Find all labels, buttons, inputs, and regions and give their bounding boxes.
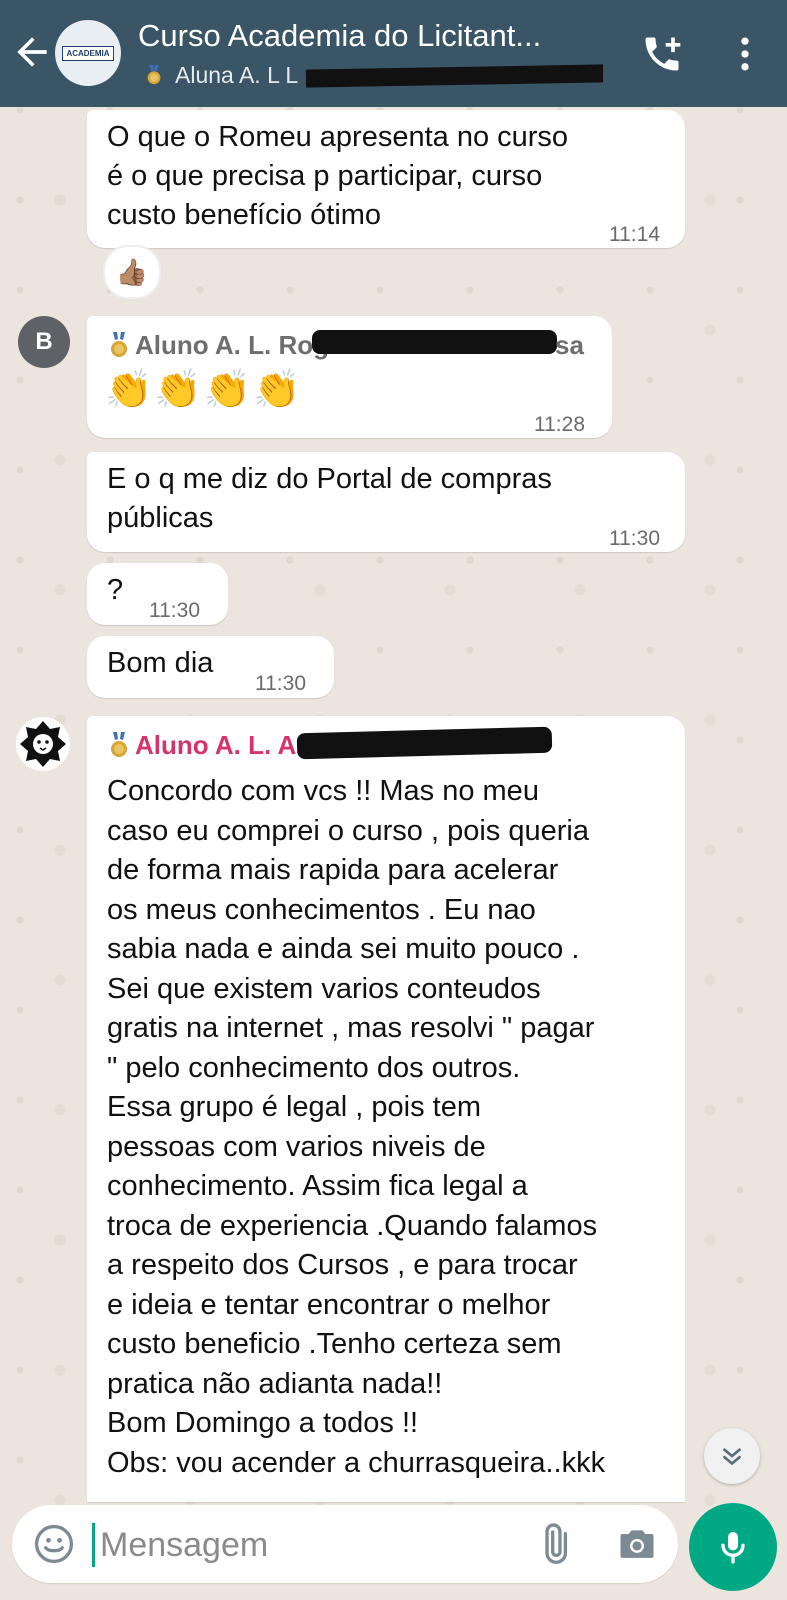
redaction-bar bbox=[296, 726, 553, 760]
message-bubble[interactable]: E o q me diz do Portal de compras públic… bbox=[87, 452, 685, 552]
camera-button[interactable] bbox=[615, 1523, 659, 1567]
camera-icon bbox=[620, 1530, 654, 1558]
redaction-bar bbox=[306, 64, 603, 88]
lion-icon bbox=[20, 721, 66, 767]
emoji-icon bbox=[34, 1524, 74, 1564]
message-text: E o q me diz do Portal de compras públic… bbox=[107, 463, 552, 534]
message-text: Bom dia bbox=[107, 647, 214, 679]
thumbs-up-icon: 👍🏽 bbox=[115, 256, 149, 287]
message-bubble[interactable]: Bom dia 11:30 bbox=[87, 636, 334, 698]
sender-name[interactable]: Aluno A. L. Rog bbox=[107, 326, 329, 365]
mic-icon bbox=[721, 1532, 745, 1564]
sender-name-suffix: sa bbox=[555, 330, 584, 360]
message-text: Concordo com vcs !! Mas no meu caso eu c… bbox=[107, 775, 606, 1479]
message-input[interactable] bbox=[98, 1517, 502, 1573]
clap-emoji: 👏👏👏👏 bbox=[105, 369, 303, 411]
redaction-bar bbox=[312, 330, 557, 354]
subtitle-text: Aluna A. L L bbox=[175, 62, 299, 88]
group-logo: ACADEMIA bbox=[62, 45, 114, 61]
voice-record-button[interactable] bbox=[689, 1503, 777, 1591]
message-time: 11:30 bbox=[609, 527, 660, 550]
medal-icon bbox=[111, 332, 127, 357]
message-time: 11:30 bbox=[255, 672, 306, 695]
reaction-badge[interactable]: 👍🏽 bbox=[103, 245, 161, 299]
medal-icon bbox=[111, 732, 127, 757]
medal-icon bbox=[147, 64, 161, 85]
attach-button[interactable] bbox=[532, 1523, 576, 1567]
message-bubble[interactable]: Aluno A. L. Rog sa 👏👏👏👏 11:28 bbox=[87, 316, 612, 438]
call-add-icon bbox=[645, 37, 681, 71]
back-arrow-icon bbox=[17, 37, 47, 67]
chat-subtitle[interactable]: Aluna A. L L... bbox=[143, 62, 603, 89]
message-composer bbox=[12, 1505, 678, 1583]
more-options-button[interactable] bbox=[723, 32, 767, 76]
group-avatar[interactable]: ACADEMIA bbox=[55, 20, 121, 86]
sender-avatar[interactable]: B bbox=[18, 316, 70, 368]
message-bubble[interactable]: ? 11:30 bbox=[87, 563, 228, 625]
chevron-down-icon bbox=[723, 1448, 741, 1466]
back-button[interactable] bbox=[10, 30, 54, 74]
text-cursor bbox=[92, 1523, 95, 1567]
message-time: 11:28 bbox=[534, 413, 585, 436]
message-bubble[interactable]: O que o Romeu apresenta no curso é o que… bbox=[87, 110, 685, 248]
message-bubble[interactable]: Aluno A. L. A Concordo com vcs !! Mas no… bbox=[87, 716, 685, 1502]
chat-title[interactable]: Curso Academia do Licitant... bbox=[138, 18, 608, 54]
message-text: ? bbox=[107, 574, 124, 606]
attach-icon bbox=[545, 1523, 568, 1564]
sender-avatar[interactable] bbox=[16, 717, 70, 771]
scroll-to-bottom-button[interactable] bbox=[704, 1428, 760, 1484]
sender-name[interactable]: Aluno A. L. A bbox=[107, 726, 296, 765]
message-time: 11:14 bbox=[609, 223, 660, 246]
message-text: O que o Romeu apresenta no curso é o que… bbox=[107, 121, 569, 231]
chat-header: ACADEMIA Curso Academia do Licitant... A… bbox=[0, 0, 787, 107]
message-time: 11:30 bbox=[149, 599, 200, 622]
add-call-button[interactable] bbox=[640, 32, 684, 76]
emoji-button[interactable] bbox=[32, 1522, 76, 1566]
more-vert-icon bbox=[741, 37, 749, 71]
